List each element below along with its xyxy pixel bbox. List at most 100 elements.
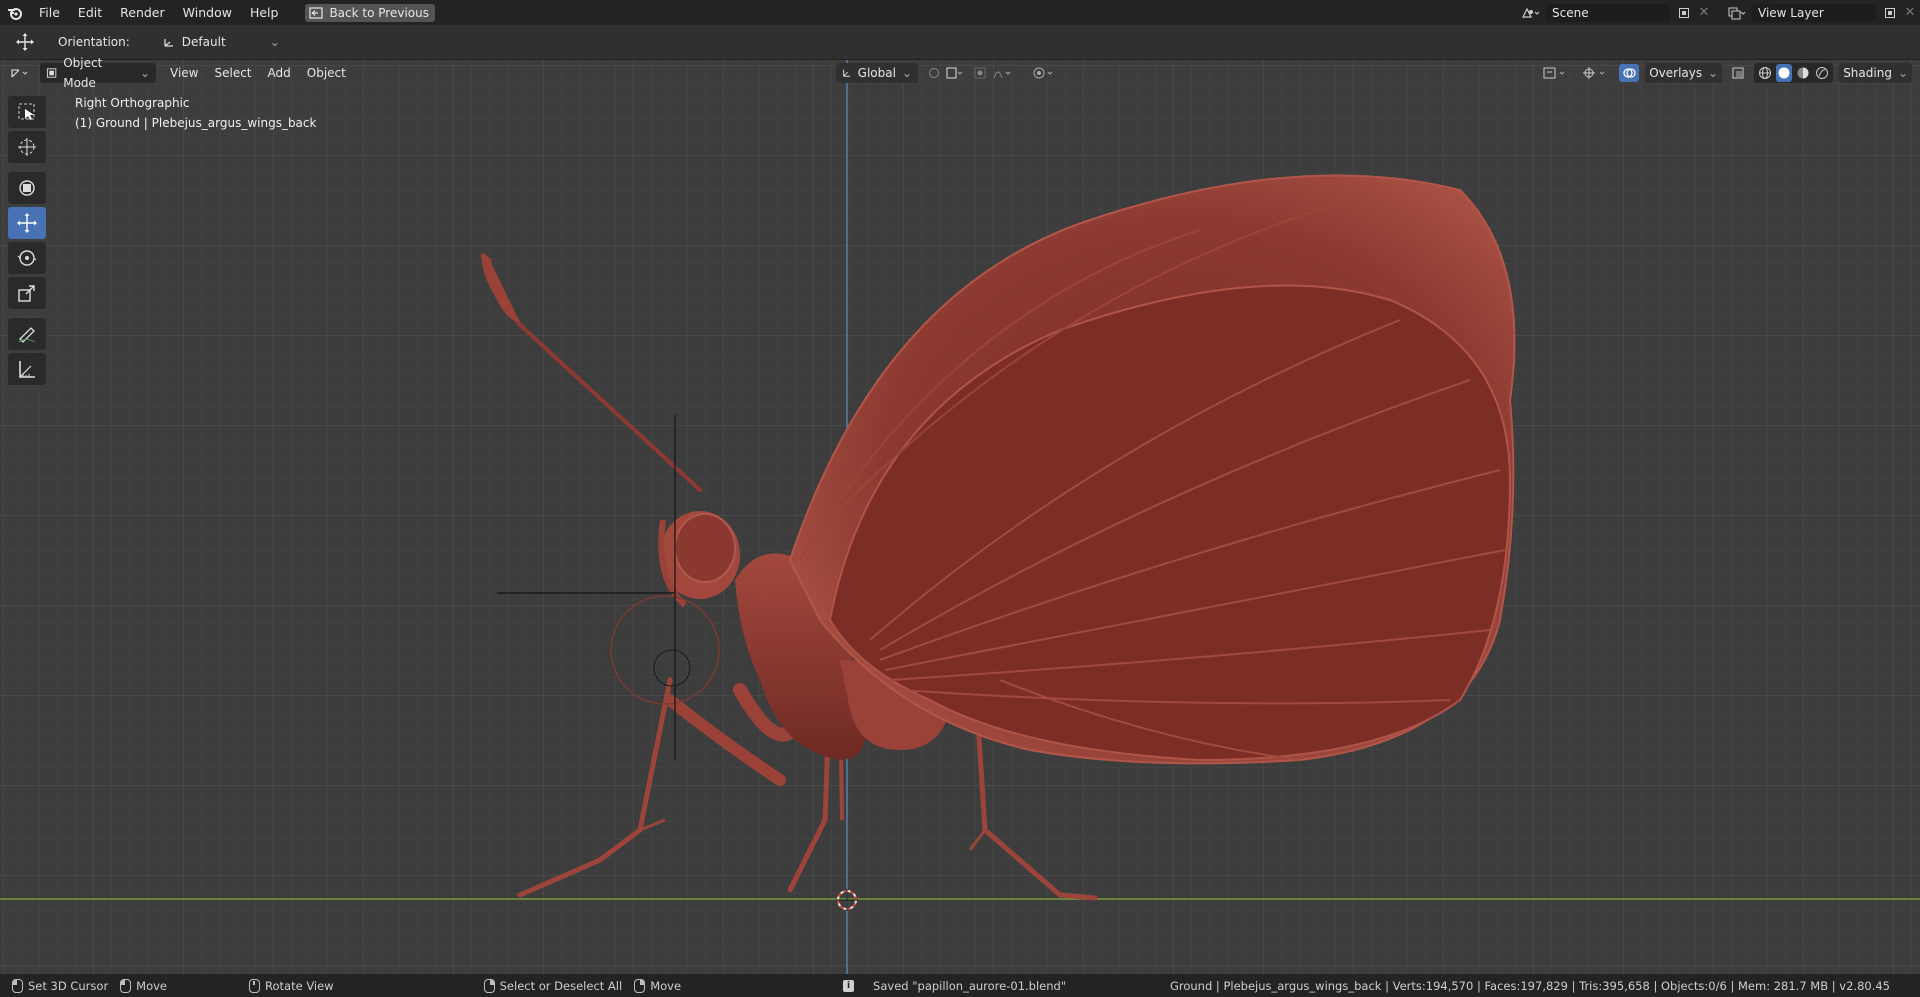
overlays-dropdown[interactable]: Overlays ⌄ bbox=[1645, 63, 1723, 83]
menu-object[interactable]: Object bbox=[299, 66, 354, 80]
viewport-canvas[interactable] bbox=[0, 60, 1920, 974]
info-icon: i bbox=[843, 979, 855, 992]
back-to-previous-button[interactable]: Back to Previous bbox=[305, 3, 435, 22]
rendered-shading-icon[interactable] bbox=[1814, 64, 1830, 82]
orientation-dropdown[interactable]: Default ⌄ bbox=[155, 32, 286, 52]
status-hint-right-click: Select or Deselect All bbox=[483, 978, 623, 993]
menu-window[interactable]: Window bbox=[174, 0, 241, 25]
status-message-label: Saved "papillon_aurore-01.blend" bbox=[873, 978, 1067, 993]
mouse-middle-icon bbox=[249, 978, 261, 993]
status-hint-left-drag: Move bbox=[120, 978, 168, 993]
left-toolbar bbox=[8, 96, 48, 388]
move-tool-icon bbox=[17, 213, 37, 233]
transform-tool-icon bbox=[19, 180, 35, 196]
xray-toggle-icon[interactable] bbox=[1728, 64, 1748, 82]
menu-edit[interactable]: Edit bbox=[69, 0, 111, 25]
cursor-tool-icon bbox=[18, 138, 36, 156]
measure-tool[interactable] bbox=[8, 353, 46, 385]
viewport-header: Object Mode ⌄ View Select Add Object Glo… bbox=[0, 56, 1920, 90]
snap-icon[interactable] bbox=[972, 64, 1022, 82]
menu-add[interactable]: Add bbox=[260, 66, 299, 80]
delete-scene-icon[interactable]: ✕ bbox=[1694, 4, 1714, 22]
object-type-visibility-icon[interactable] bbox=[1539, 64, 1573, 82]
orientation-icon bbox=[164, 39, 173, 47]
proportional-editing-icon[interactable] bbox=[1030, 64, 1060, 82]
gizmo-toggle-icon[interactable] bbox=[1579, 64, 1613, 82]
menu-render[interactable]: Render bbox=[111, 0, 174, 25]
status-hint-middle-label: Rotate View bbox=[265, 978, 334, 993]
overlays-label: Overlays bbox=[1649, 66, 1703, 80]
status-hint-left-click-label: Set 3D Cursor bbox=[28, 978, 109, 993]
object-info: (1) Ground | Plebejus_argus_wings_back bbox=[75, 116, 317, 130]
wireframe-shading-icon[interactable] bbox=[1757, 64, 1773, 82]
viewport-info: Right Orthographic (1) Ground | Plebejus… bbox=[75, 93, 316, 133]
view-layer-selector-icon[interactable] bbox=[1722, 4, 1752, 22]
view-name: Right Orthographic bbox=[75, 96, 190, 110]
scale-tool-icon bbox=[18, 285, 35, 302]
scene-viewlayer-controls: Scene ✕ View Layer ✕ bbox=[1516, 0, 1920, 25]
select-box-icon bbox=[18, 103, 35, 120]
orientation-label: Orientation: bbox=[58, 35, 130, 49]
mouse-left-icon bbox=[12, 978, 23, 993]
scene-name-field[interactable]: Scene bbox=[1546, 3, 1670, 22]
select-box-tool[interactable] bbox=[8, 96, 46, 128]
3d-viewport[interactable] bbox=[0, 60, 1920, 974]
new-scene-icon[interactable] bbox=[1674, 4, 1694, 22]
tool-settings-bar: Orientation: Default ⌄ bbox=[0, 25, 1920, 60]
status-hint-left-click: Set 3D Cursor bbox=[12, 978, 109, 993]
status-hint-middle: Rotate View bbox=[249, 978, 334, 993]
rotate-tool-icon bbox=[17, 250, 37, 266]
material-shading-icon[interactable] bbox=[1795, 64, 1811, 82]
move-tool-icon[interactable] bbox=[0, 33, 50, 51]
global-axis-icon bbox=[843, 69, 851, 77]
blender-logo-icon[interactable] bbox=[0, 0, 30, 25]
back-to-previous-label: Back to Previous bbox=[329, 5, 429, 20]
object-mode-label: Object Mode bbox=[63, 56, 103, 90]
shading-label: Shading bbox=[1843, 66, 1892, 80]
transform-tool[interactable] bbox=[8, 172, 46, 204]
shading-dropdown[interactable]: Shading ⌄ bbox=[1839, 63, 1912, 83]
viewport-display-controls: Overlays ⌄ Shading ⌄ bbox=[1539, 63, 1912, 83]
status-hint-right-drag: Move bbox=[634, 978, 682, 993]
overlays-toggle-icon[interactable] bbox=[1619, 64, 1640, 82]
status-hint-left-drag-label: Move bbox=[136, 978, 168, 993]
menu-help[interactable]: Help bbox=[241, 0, 288, 25]
view-layer-name-field[interactable]: View Layer bbox=[1752, 3, 1876, 22]
top-menubar: File Edit Render Window Help Back to Pre… bbox=[0, 0, 1920, 25]
object-mode-icon bbox=[46, 68, 57, 78]
chevron-down-icon: ⌄ bbox=[1708, 66, 1719, 80]
transform-controls: Global ⌄ bbox=[836, 63, 1060, 83]
mouse-right-icon bbox=[483, 978, 495, 993]
status-hint-right-click-label: Select or Deselect All bbox=[499, 978, 623, 993]
chevron-down-icon: ⌄ bbox=[269, 35, 280, 49]
delete-view-layer-icon[interactable]: ✕ bbox=[1900, 4, 1920, 22]
scene-selector-icon[interactable] bbox=[1516, 4, 1546, 22]
solid-shading-icon[interactable] bbox=[1776, 64, 1793, 82]
new-view-layer-icon[interactable] bbox=[1880, 4, 1900, 22]
cursor-tool[interactable] bbox=[8, 131, 46, 163]
scale-tool[interactable] bbox=[8, 277, 46, 309]
move-tool[interactable] bbox=[8, 207, 46, 239]
status-hint-right-drag-label: Move bbox=[650, 978, 682, 993]
menu-select[interactable]: Select bbox=[206, 66, 259, 80]
annotate-tool[interactable] bbox=[8, 318, 46, 350]
status-bar: Set 3D Cursor Move Rotate View Select or… bbox=[0, 974, 1920, 997]
chevron-down-icon: ⌄ bbox=[139, 66, 150, 80]
menu-file[interactable]: File bbox=[30, 0, 69, 25]
menu-view[interactable]: View bbox=[162, 66, 206, 80]
scene-statistics: Ground | Plebejus_argus_wings_back | Ver… bbox=[1169, 978, 1890, 993]
measure-tool-icon bbox=[19, 361, 35, 378]
editor-type-icon[interactable] bbox=[0, 64, 40, 82]
status-message: i Saved "papillon_aurore-01.blend" bbox=[843, 979, 1066, 993]
object-mode-dropdown[interactable]: Object Mode ⌄ bbox=[40, 56, 156, 90]
transform-orientation-label: Global bbox=[857, 66, 896, 80]
mouse-right-drag-icon bbox=[634, 978, 646, 993]
rotate-tool[interactable] bbox=[8, 242, 46, 274]
transform-orientation-dropdown[interactable]: Global ⌄ bbox=[836, 63, 918, 83]
annotate-tool-icon bbox=[18, 327, 36, 343]
pivot-point-icon[interactable] bbox=[926, 64, 964, 82]
orientation-value: Default bbox=[181, 35, 226, 49]
back-icon bbox=[309, 6, 324, 19]
chevron-down-icon: ⌄ bbox=[901, 66, 912, 80]
chevron-down-icon: ⌄ bbox=[1897, 66, 1908, 80]
